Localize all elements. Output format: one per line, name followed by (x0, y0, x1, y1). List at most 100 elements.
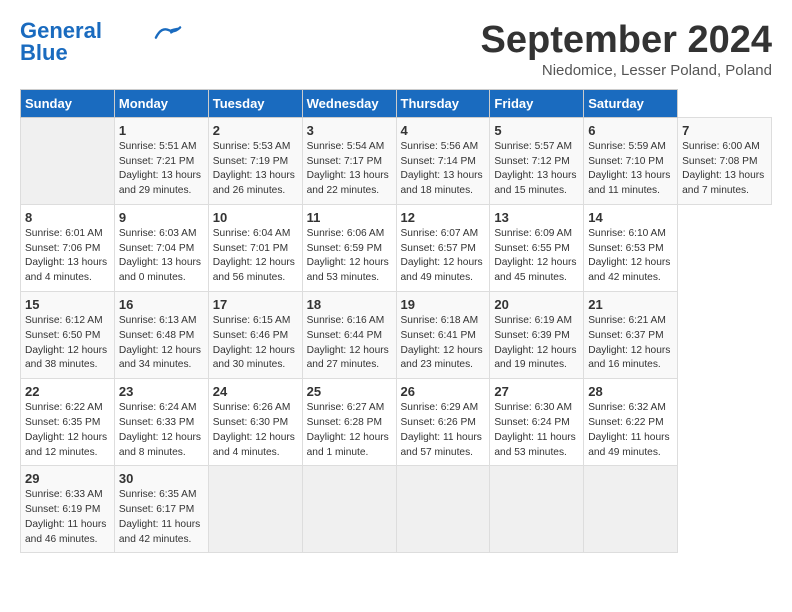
day-info: Sunrise: 6:07 AM Sunset: 6:57 PM Dayligh… (401, 227, 486, 286)
calendar-cell (490, 466, 584, 553)
day-info: Sunrise: 6:22 AM Sunset: 6:35 PM Dayligh… (25, 401, 110, 460)
day-number: 9 (119, 210, 204, 225)
day-number: 8 (25, 210, 110, 225)
calendar-week-row: 8 Sunrise: 6:01 AM Sunset: 7:06 PM Daylig… (21, 204, 772, 291)
month-title: September 2024 (481, 20, 773, 62)
calendar-cell: 21 Sunrise: 6:21 AM Sunset: 6:37 PM Dayli… (584, 292, 678, 379)
calendar-cell: 12 Sunrise: 6:07 AM Sunset: 6:57 PM Dayli… (396, 204, 490, 291)
day-number: 12 (401, 210, 486, 225)
calendar-cell (302, 466, 396, 553)
calendar-cell: 23 Sunrise: 6:24 AM Sunset: 6:33 PM Dayli… (114, 379, 208, 466)
day-number: 25 (307, 384, 392, 399)
day-info: Sunrise: 6:26 AM Sunset: 6:30 PM Dayligh… (213, 401, 298, 460)
day-info: Sunrise: 6:00 AM Sunset: 7:08 PM Dayligh… (682, 140, 767, 199)
day-number: 21 (588, 297, 673, 312)
day-info: Sunrise: 6:29 AM Sunset: 6:26 PM Dayligh… (401, 401, 486, 460)
calendar-cell: 3 Sunrise: 5:54 AM Sunset: 7:17 PM Daylig… (302, 117, 396, 204)
calendar-cell: 25 Sunrise: 6:27 AM Sunset: 6:28 PM Dayli… (302, 379, 396, 466)
calendar-cell (208, 466, 302, 553)
day-info: Sunrise: 6:18 AM Sunset: 6:41 PM Dayligh… (401, 314, 486, 373)
day-info: Sunrise: 5:56 AM Sunset: 7:14 PM Dayligh… (401, 140, 486, 199)
day-info: Sunrise: 6:30 AM Sunset: 6:24 PM Dayligh… (494, 401, 579, 460)
day-number: 19 (401, 297, 486, 312)
day-info: Sunrise: 6:21 AM Sunset: 6:37 PM Dayligh… (588, 314, 673, 373)
day-info: Sunrise: 6:16 AM Sunset: 6:44 PM Dayligh… (307, 314, 392, 373)
calendar-header-row: SundayMondayTuesdayWednesdayThursdayFrid… (21, 89, 772, 117)
day-number: 29 (25, 471, 110, 486)
page-header: General Blue September 2024 Niedomice, L… (20, 20, 772, 79)
calendar-cell: 28 Sunrise: 6:32 AM Sunset: 6:22 PM Dayli… (584, 379, 678, 466)
day-info: Sunrise: 5:59 AM Sunset: 7:10 PM Dayligh… (588, 140, 673, 199)
calendar-cell: 18 Sunrise: 6:16 AM Sunset: 6:44 PM Dayli… (302, 292, 396, 379)
day-info: Sunrise: 6:19 AM Sunset: 6:39 PM Dayligh… (494, 314, 579, 373)
col-header-thursday: Thursday (396, 89, 490, 117)
calendar-cell: 14 Sunrise: 6:10 AM Sunset: 6:53 PM Dayli… (584, 204, 678, 291)
calendar-cell: 6 Sunrise: 5:59 AM Sunset: 7:10 PM Daylig… (584, 117, 678, 204)
col-header-monday: Monday (114, 89, 208, 117)
calendar-cell: 5Sunrise: 5:57 AM Sunset: 7:12 PM Daylig… (490, 117, 584, 204)
day-number: 2 (213, 123, 298, 138)
day-info: Sunrise: 6:03 AM Sunset: 7:04 PM Dayligh… (119, 227, 204, 286)
calendar-cell: 20Sunrise: 6:19 AM Sunset: 6:39 PM Dayli… (490, 292, 584, 379)
day-number: 18 (307, 297, 392, 312)
logo: General Blue (20, 20, 182, 64)
calendar-cell (396, 466, 490, 553)
calendar-cell: 11Sunrise: 6:06 AM Sunset: 6:59 PM Dayli… (302, 204, 396, 291)
calendar-cell (584, 466, 678, 553)
day-number: 14 (588, 210, 673, 225)
day-number: 22 (25, 384, 110, 399)
day-number: 5 (494, 123, 579, 138)
day-info: Sunrise: 5:54 AM Sunset: 7:17 PM Dayligh… (307, 140, 392, 199)
day-number: 13 (494, 210, 579, 225)
day-number: 15 (25, 297, 110, 312)
day-number: 17 (213, 297, 298, 312)
logo-text: General (20, 20, 102, 42)
day-info: Sunrise: 6:32 AM Sunset: 6:22 PM Dayligh… (588, 401, 673, 460)
day-number: 26 (401, 384, 486, 399)
day-info: Sunrise: 6:01 AM Sunset: 7:06 PM Dayligh… (25, 227, 110, 286)
calendar-cell: 7 Sunrise: 6:00 AM Sunset: 7:08 PM Daylig… (678, 117, 772, 204)
day-info: Sunrise: 5:51 AM Sunset: 7:21 PM Dayligh… (119, 140, 204, 199)
logo-blue-text: Blue (20, 42, 68, 64)
calendar-week-row: 22 Sunrise: 6:22 AM Sunset: 6:35 PM Dayli… (21, 379, 772, 466)
calendar-cell: 26 Sunrise: 6:29 AM Sunset: 6:26 PM Dayli… (396, 379, 490, 466)
logo-bird-icon (154, 24, 182, 42)
col-header-saturday: Saturday (584, 89, 678, 117)
day-info: Sunrise: 6:09 AM Sunset: 6:55 PM Dayligh… (494, 227, 579, 286)
day-number: 23 (119, 384, 204, 399)
day-info: Sunrise: 6:13 AM Sunset: 6:48 PM Dayligh… (119, 314, 204, 373)
day-info: Sunrise: 6:35 AM Sunset: 6:17 PM Dayligh… (119, 488, 204, 547)
col-header-tuesday: Tuesday (208, 89, 302, 117)
calendar-cell: 24 Sunrise: 6:26 AM Sunset: 6:30 PM Dayli… (208, 379, 302, 466)
day-info: Sunrise: 5:53 AM Sunset: 7:19 PM Dayligh… (213, 140, 298, 199)
calendar-week-row: 29 Sunrise: 6:33 AM Sunset: 6:19 PM Dayli… (21, 466, 772, 553)
calendar-table: SundayMondayTuesdayWednesdayThursdayFrid… (20, 89, 772, 554)
day-info: Sunrise: 6:10 AM Sunset: 6:53 PM Dayligh… (588, 227, 673, 286)
calendar-cell: 17 Sunrise: 6:15 AM Sunset: 6:46 PM Dayli… (208, 292, 302, 379)
day-number: 24 (213, 384, 298, 399)
day-info: Sunrise: 6:15 AM Sunset: 6:46 PM Dayligh… (213, 314, 298, 373)
day-info: Sunrise: 6:33 AM Sunset: 6:19 PM Dayligh… (25, 488, 110, 547)
location: Niedomice, Lesser Poland, Poland (481, 62, 773, 79)
calendar-cell: 22 Sunrise: 6:22 AM Sunset: 6:35 PM Dayli… (21, 379, 115, 466)
day-number: 6 (588, 123, 673, 138)
day-info: Sunrise: 6:24 AM Sunset: 6:33 PM Dayligh… (119, 401, 204, 460)
day-info: Sunrise: 6:04 AM Sunset: 7:01 PM Dayligh… (213, 227, 298, 286)
calendar-week-row: 15Sunrise: 6:12 AM Sunset: 6:50 PM Dayli… (21, 292, 772, 379)
day-number: 16 (119, 297, 204, 312)
calendar-cell: 15Sunrise: 6:12 AM Sunset: 6:50 PM Dayli… (21, 292, 115, 379)
day-number: 4 (401, 123, 486, 138)
calendar-cell: 9 Sunrise: 6:03 AM Sunset: 7:04 PM Daylig… (114, 204, 208, 291)
day-number: 28 (588, 384, 673, 399)
calendar-cell: 4 Sunrise: 5:56 AM Sunset: 7:14 PM Daylig… (396, 117, 490, 204)
day-number: 3 (307, 123, 392, 138)
day-number: 1 (119, 123, 204, 138)
calendar-cell: 27Sunrise: 6:30 AM Sunset: 6:24 PM Dayli… (490, 379, 584, 466)
day-info: Sunrise: 6:27 AM Sunset: 6:28 PM Dayligh… (307, 401, 392, 460)
calendar-cell: 1 Sunrise: 5:51 AM Sunset: 7:21 PM Daylig… (114, 117, 208, 204)
day-number: 7 (682, 123, 767, 138)
day-info: Sunrise: 6:06 AM Sunset: 6:59 PM Dayligh… (307, 227, 392, 286)
title-block: September 2024 Niedomice, Lesser Poland,… (481, 20, 773, 79)
calendar-cell: 16 Sunrise: 6:13 AM Sunset: 6:48 PM Dayli… (114, 292, 208, 379)
calendar-cell: 2 Sunrise: 5:53 AM Sunset: 7:19 PM Daylig… (208, 117, 302, 204)
